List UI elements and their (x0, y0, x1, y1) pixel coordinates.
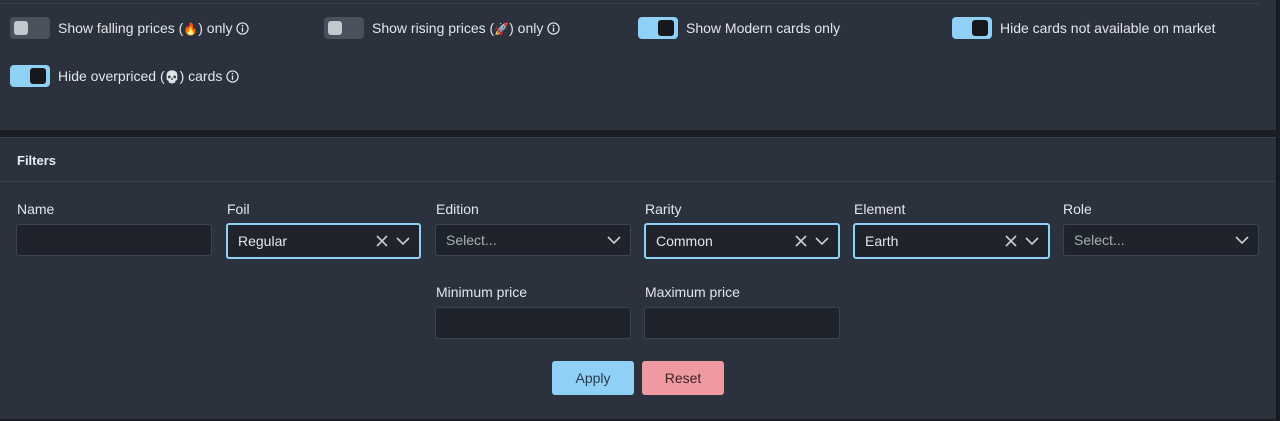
skull-icon: 💀 (164, 70, 180, 84)
falling-prices-switch[interactable] (10, 17, 50, 39)
element-select[interactable]: Earth (853, 223, 1050, 259)
info-icon[interactable] (236, 21, 250, 35)
element-label: Element (854, 201, 906, 217)
clear-icon[interactable] (1000, 233, 1024, 249)
foil-select[interactable]: Regular (226, 223, 421, 259)
rarity-select[interactable]: Common (644, 223, 840, 259)
filters-panel: Filters Name Foil Regular Edition Select… (0, 137, 1277, 419)
fire-icon: 🔥 (183, 22, 199, 36)
chevron-down-icon[interactable] (1234, 232, 1250, 248)
top-divider (0, 3, 1260, 4)
chevron-down-icon[interactable] (606, 232, 622, 248)
modern-only-label: Show Modern cards only (686, 20, 841, 36)
max-price-label: Maximum price (645, 284, 740, 300)
name-label: Name (17, 201, 55, 217)
edition-label: Edition (436, 201, 479, 217)
toggle-falling-prices[interactable]: Show falling prices (🔥) only (10, 15, 250, 41)
clear-icon[interactable] (790, 233, 814, 249)
hide-unavailable-switch[interactable] (952, 17, 992, 39)
filters-divider (0, 181, 1276, 182)
chevron-down-icon[interactable] (1024, 233, 1040, 249)
hide-overpriced-label: Hide overpriced (💀) cards (58, 68, 223, 84)
min-price-input[interactable] (435, 307, 631, 339)
hide-overpriced-switch[interactable] (10, 65, 50, 87)
falling-prices-label: Show falling prices (🔥) only (58, 20, 233, 36)
max-price-input[interactable] (644, 307, 840, 339)
rocket-icon: 🚀 (494, 22, 510, 36)
role-label: Role (1063, 201, 1092, 217)
hide-unavailable-label: Hide cards not available on market (1000, 20, 1216, 36)
min-price-label: Minimum price (436, 284, 528, 300)
foil-label: Foil (227, 201, 250, 217)
toggle-hide-overpriced[interactable]: Hide overpriced (💀) cards (10, 63, 240, 89)
foil-value: Regular (238, 233, 288, 249)
chevron-down-icon[interactable] (814, 233, 830, 249)
role-placeholder: Select... (1074, 232, 1125, 248)
edition-placeholder: Select... (446, 232, 497, 248)
role-select[interactable]: Select... (1063, 224, 1259, 256)
filters-title: Filters (17, 153, 57, 168)
rising-prices-switch[interactable] (324, 17, 364, 39)
edition-select[interactable]: Select... (435, 224, 631, 256)
toggle-hide-unavailable[interactable]: Hide cards not available on market (952, 15, 1216, 41)
toggle-rising-prices[interactable]: Show rising prices (🚀) only (324, 15, 561, 41)
modern-only-switch[interactable] (638, 17, 678, 39)
options-panel: Show falling prices (🔥) only Show rising… (0, 0, 1277, 130)
info-icon[interactable] (226, 69, 240, 83)
toggle-modern-only[interactable]: Show Modern cards only (638, 15, 840, 41)
chevron-down-icon[interactable] (395, 233, 411, 249)
rising-prices-label: Show rising prices (🚀) only (372, 20, 544, 36)
element-value: Earth (865, 233, 899, 249)
apply-button[interactable]: Apply (552, 361, 634, 395)
reset-button[interactable]: Reset (642, 361, 724, 395)
info-icon[interactable] (547, 21, 561, 35)
rarity-value: Common (656, 233, 713, 249)
clear-icon[interactable] (371, 233, 395, 249)
name-input[interactable] (16, 224, 212, 256)
rarity-label: Rarity (645, 201, 682, 217)
